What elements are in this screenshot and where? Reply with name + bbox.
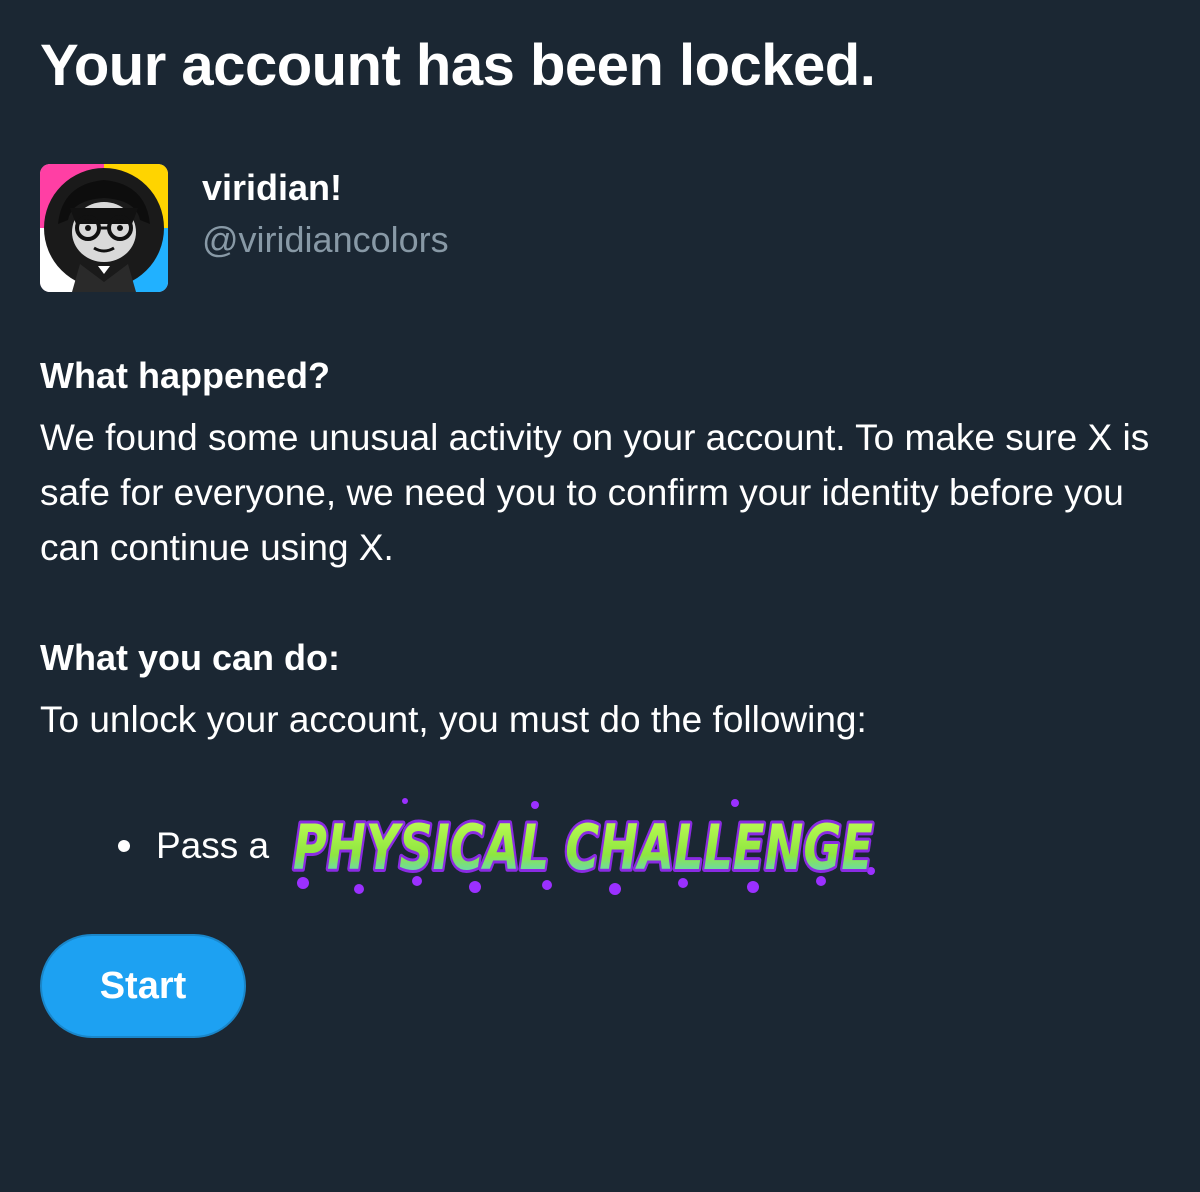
step-prefix: Pass a [156, 825, 270, 866]
page-title: Your account has been locked. [40, 33, 876, 98]
account-locked-page: Your account has been locked. viridian! … [0, 0, 1200, 1192]
username-handle: @viridiancolors [202, 219, 449, 260]
bullet-icon [118, 840, 130, 852]
physical-challenge-text: PHYSICAL CHALLENGE [293, 811, 873, 884]
what-you-can-do-heading: What you can do: [40, 637, 340, 678]
avatar-image [40, 164, 168, 292]
display-name: viridian! [202, 167, 343, 208]
physical-challenge-wordart: PHYSICAL CHALLENGE [290, 798, 876, 895]
what-happened-heading: What happened? [40, 355, 330, 396]
what-happened-text: We found some unusual activity on your a… [40, 417, 1150, 568]
avatar [40, 164, 168, 292]
what-you-can-do-text: To unlock your account, you must do the … [40, 699, 867, 740]
start-button[interactable]: Start [40, 934, 246, 1038]
list-item: Pass a PHYSICAL CHALLENGE [118, 798, 885, 895]
